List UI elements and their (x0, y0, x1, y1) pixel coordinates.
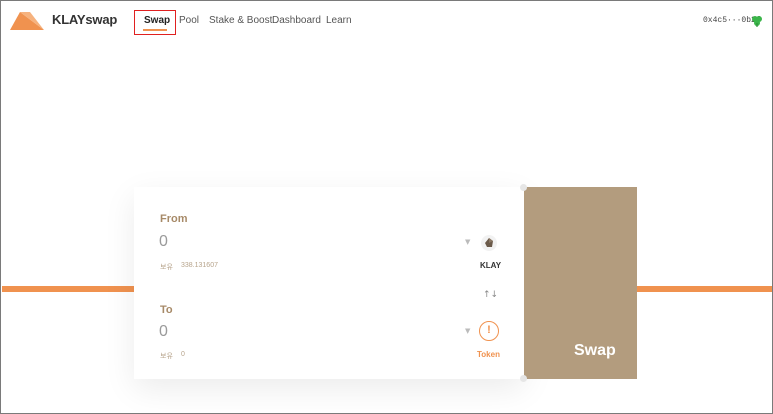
logo-text[interactable]: KLAYswap (52, 12, 117, 27)
nav-stake-boost[interactable]: Stake & Boost (209, 15, 272, 26)
nav-dashboard[interactable]: Dashboard (272, 15, 321, 26)
nav-pool[interactable]: Pool (179, 15, 199, 26)
from-balance-label: 보유 (160, 264, 173, 271)
card-corner-dot (520, 184, 527, 191)
app-window: KLAYswap Swap Pool Stake & Boost Dashboa… (0, 0, 773, 414)
from-token-symbol[interactable]: KLAY (480, 261, 501, 270)
decorative-band-left (2, 286, 135, 292)
nav-swap-label: Swap (144, 15, 171, 26)
swap-direction-icon[interactable]: ↑↓ (483, 290, 498, 300)
active-tab-indicator (143, 29, 167, 31)
to-amount-input[interactable]: 0 (159, 323, 168, 341)
wallet-status-icon[interactable] (751, 15, 763, 27)
klayswap-logo-icon[interactable] (10, 12, 44, 30)
swap-submit-button[interactable]: Swap (524, 187, 637, 379)
from-amount-input[interactable]: 0 (159, 233, 168, 251)
from-label: From (160, 213, 188, 225)
klay-token-icon[interactable] (481, 235, 497, 251)
nav-swap[interactable]: Swap (134, 10, 176, 35)
nav-learn[interactable]: Learn (326, 15, 352, 26)
to-balance-label: 보유 (160, 353, 173, 360)
to-token-select[interactable]: Token (477, 350, 500, 359)
swap-card (134, 187, 524, 379)
from-balance-value: 338.131607 (181, 262, 218, 269)
to-token-dropdown-icon[interactable]: ▼ (465, 327, 470, 335)
decorative-band-right (636, 286, 772, 292)
card-corner-dot (520, 375, 527, 382)
from-token-dropdown-icon[interactable]: ▼ (465, 238, 470, 246)
swap-submit-label: Swap (574, 342, 616, 359)
to-balance-value: 0 (181, 351, 185, 358)
to-label: To (160, 304, 173, 316)
warning-icon[interactable]: ! (479, 321, 499, 341)
